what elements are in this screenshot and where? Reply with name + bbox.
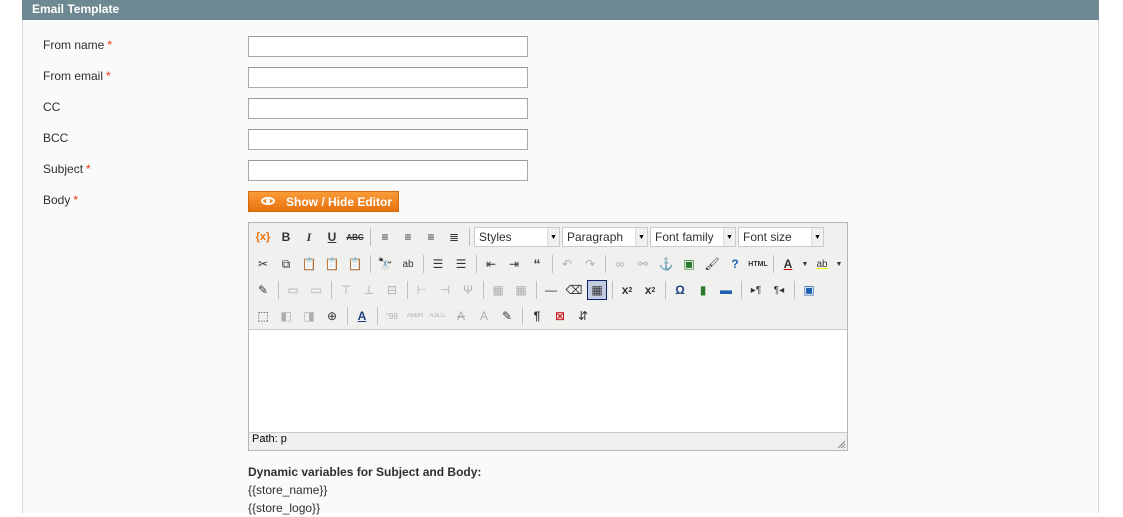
dynamic-variables-heading: Dynamic variables for Subject and Body:	[248, 465, 482, 479]
html-source-icon[interactable]: HTML	[748, 254, 768, 274]
acronym-icon[interactable]: A.B.C.	[428, 306, 448, 326]
indent-icon[interactable]: ⇥	[504, 254, 524, 274]
del-icon[interactable]: A	[451, 306, 471, 326]
copy-icon[interactable]: ⧉	[276, 254, 296, 274]
bold-icon[interactable]: B	[276, 227, 296, 247]
visual-aid-icon[interactable]: ▦	[587, 280, 607, 300]
show-hide-editor-button[interactable]: Show / Hide Editor	[248, 191, 399, 212]
editor-content-area[interactable]	[249, 329, 847, 433]
nonbreaking-icon[interactable]: ⊠	[550, 306, 570, 326]
show-blocks-icon[interactable]: ¶	[527, 306, 547, 326]
text-color-icon[interactable]: A	[778, 254, 798, 274]
replace-icon[interactable]: ab	[398, 254, 418, 274]
cite-icon[interactable]: “99	[382, 306, 402, 326]
redo-icon[interactable]: ↷	[580, 254, 600, 274]
bullet-list-icon[interactable]: ☰	[428, 254, 448, 274]
variable-item: {{store_name}}	[248, 483, 328, 497]
section-header: Email Template	[22, 0, 1099, 20]
styles-select[interactable]: Styles ▼	[474, 227, 560, 247]
wysiwyg-editor: {x} B I U ABC ≡ ≡ ≡ ≣ Styles ▼ Paragraph ▼…	[248, 222, 848, 451]
align-right-icon[interactable]: ≡	[421, 227, 441, 247]
text-color-dropdown-icon[interactable]: ▼	[801, 254, 809, 274]
cleanup-icon[interactable]: 🖌	[702, 254, 722, 274]
bcc-input[interactable]	[248, 129, 528, 150]
superscript-icon[interactable]: x2	[640, 280, 660, 300]
unlink-icon[interactable]: ⚯	[633, 254, 653, 274]
move-forward-icon[interactable]: ◧	[276, 306, 296, 326]
font-size-select[interactable]: Font size ▼	[738, 227, 824, 247]
attributes-icon[interactable]: ✎	[497, 306, 517, 326]
insert-col-before-icon[interactable]: ⊢	[412, 280, 432, 300]
remove-format-icon[interactable]: ⌫	[564, 280, 584, 300]
editor-toolbar: {x} B I U ABC ≡ ≡ ≡ ≣ Styles ▼ Paragraph ▼…	[249, 223, 847, 329]
from-email-input[interactable]	[248, 67, 528, 88]
abbr-icon[interactable]: ABBR	[405, 306, 425, 326]
body-label: Body *	[43, 193, 79, 207]
page-break-icon[interactable]: ⇵	[573, 306, 593, 326]
table-cell-props-icon[interactable]: ▭	[306, 280, 326, 300]
from-email-label: From email *	[43, 69, 111, 83]
editor-path: Path: p	[252, 433, 287, 445]
underline-icon[interactable]: U	[322, 227, 342, 247]
align-left-icon[interactable]: ≡	[375, 227, 395, 247]
style-props-icon[interactable]: A	[352, 306, 372, 326]
eye-icon	[261, 197, 275, 205]
subscript-icon[interactable]: x2	[617, 280, 637, 300]
background-color-icon[interactable]: ab	[812, 254, 832, 274]
subject-label: Subject *	[43, 162, 91, 176]
paste-text-icon[interactable]: 📋	[322, 254, 342, 274]
delete-row-icon[interactable]: ⊟	[382, 280, 402, 300]
cc-label: CC	[43, 100, 61, 114]
cut-icon[interactable]: ✂	[253, 254, 273, 274]
paragraph-select[interactable]: Paragraph ▼	[562, 227, 648, 247]
ins-icon[interactable]: A	[474, 306, 494, 326]
find-icon[interactable]: 🔭	[375, 254, 395, 274]
edit-form-icon[interactable]: ✎	[253, 280, 273, 300]
fullscreen-icon[interactable]: ▣	[799, 280, 819, 300]
horizontal-rule-icon[interactable]: —	[541, 280, 561, 300]
font-family-select[interactable]: Font family ▼	[650, 227, 736, 247]
outdent-icon[interactable]: ⇤	[481, 254, 501, 274]
subject-input[interactable]	[248, 160, 528, 181]
paste-icon[interactable]: 📋	[299, 254, 319, 274]
from-name-label: From name *	[43, 38, 113, 52]
link-icon[interactable]: ∞	[610, 254, 630, 274]
special-char-icon[interactable]: Ω	[670, 280, 690, 300]
merge-cells-icon[interactable]: ▦	[511, 280, 531, 300]
insert-col-after-icon[interactable]: ⊣	[435, 280, 455, 300]
undo-icon[interactable]: ↶	[557, 254, 577, 274]
numbered-list-icon[interactable]: ☰	[451, 254, 471, 274]
insert-row-after-icon[interactable]: ⊥	[359, 280, 379, 300]
dynamic-variables: Dynamic variables for Subject and Body: …	[248, 463, 481, 517]
media-icon[interactable]: ▮	[693, 280, 713, 300]
from-name-input[interactable]	[248, 36, 528, 57]
absolute-position-icon[interactable]: ⊕	[322, 306, 342, 326]
strikethrough-icon[interactable]: ABC	[345, 227, 365, 247]
image-icon[interactable]: ▣	[679, 254, 699, 274]
move-backward-icon[interactable]: ◨	[299, 306, 319, 326]
advanced-hr-icon[interactable]: ▬	[716, 280, 736, 300]
paste-word-icon[interactable]: 📋	[345, 254, 365, 274]
background-color-dropdown-icon[interactable]: ▼	[835, 254, 843, 274]
anchor-icon[interactable]: ⚓	[656, 254, 676, 274]
delete-col-icon[interactable]: Ψ	[458, 280, 478, 300]
insert-row-before-icon[interactable]: ⊤	[336, 280, 356, 300]
italic-icon[interactable]: I	[299, 227, 319, 247]
ltr-icon[interactable]: ▸¶	[746, 280, 766, 300]
table-row-props-icon[interactable]: ▭	[283, 280, 303, 300]
help-icon[interactable]: ?	[725, 254, 745, 274]
cc-input[interactable]	[248, 98, 528, 119]
rtl-icon[interactable]: ¶◂	[769, 280, 789, 300]
bcc-label: BCC	[43, 131, 69, 145]
resize-handle-icon[interactable]	[836, 439, 846, 449]
insert-layer-icon[interactable]: ⬚	[253, 306, 273, 326]
insert-variable-icon[interactable]: {x}	[253, 227, 273, 247]
align-center-icon[interactable]: ≡	[398, 227, 418, 247]
blockquote-icon[interactable]: “	[527, 254, 547, 274]
align-justify-icon[interactable]: ≣	[444, 227, 464, 247]
split-cells-icon[interactable]: ▦	[488, 280, 508, 300]
